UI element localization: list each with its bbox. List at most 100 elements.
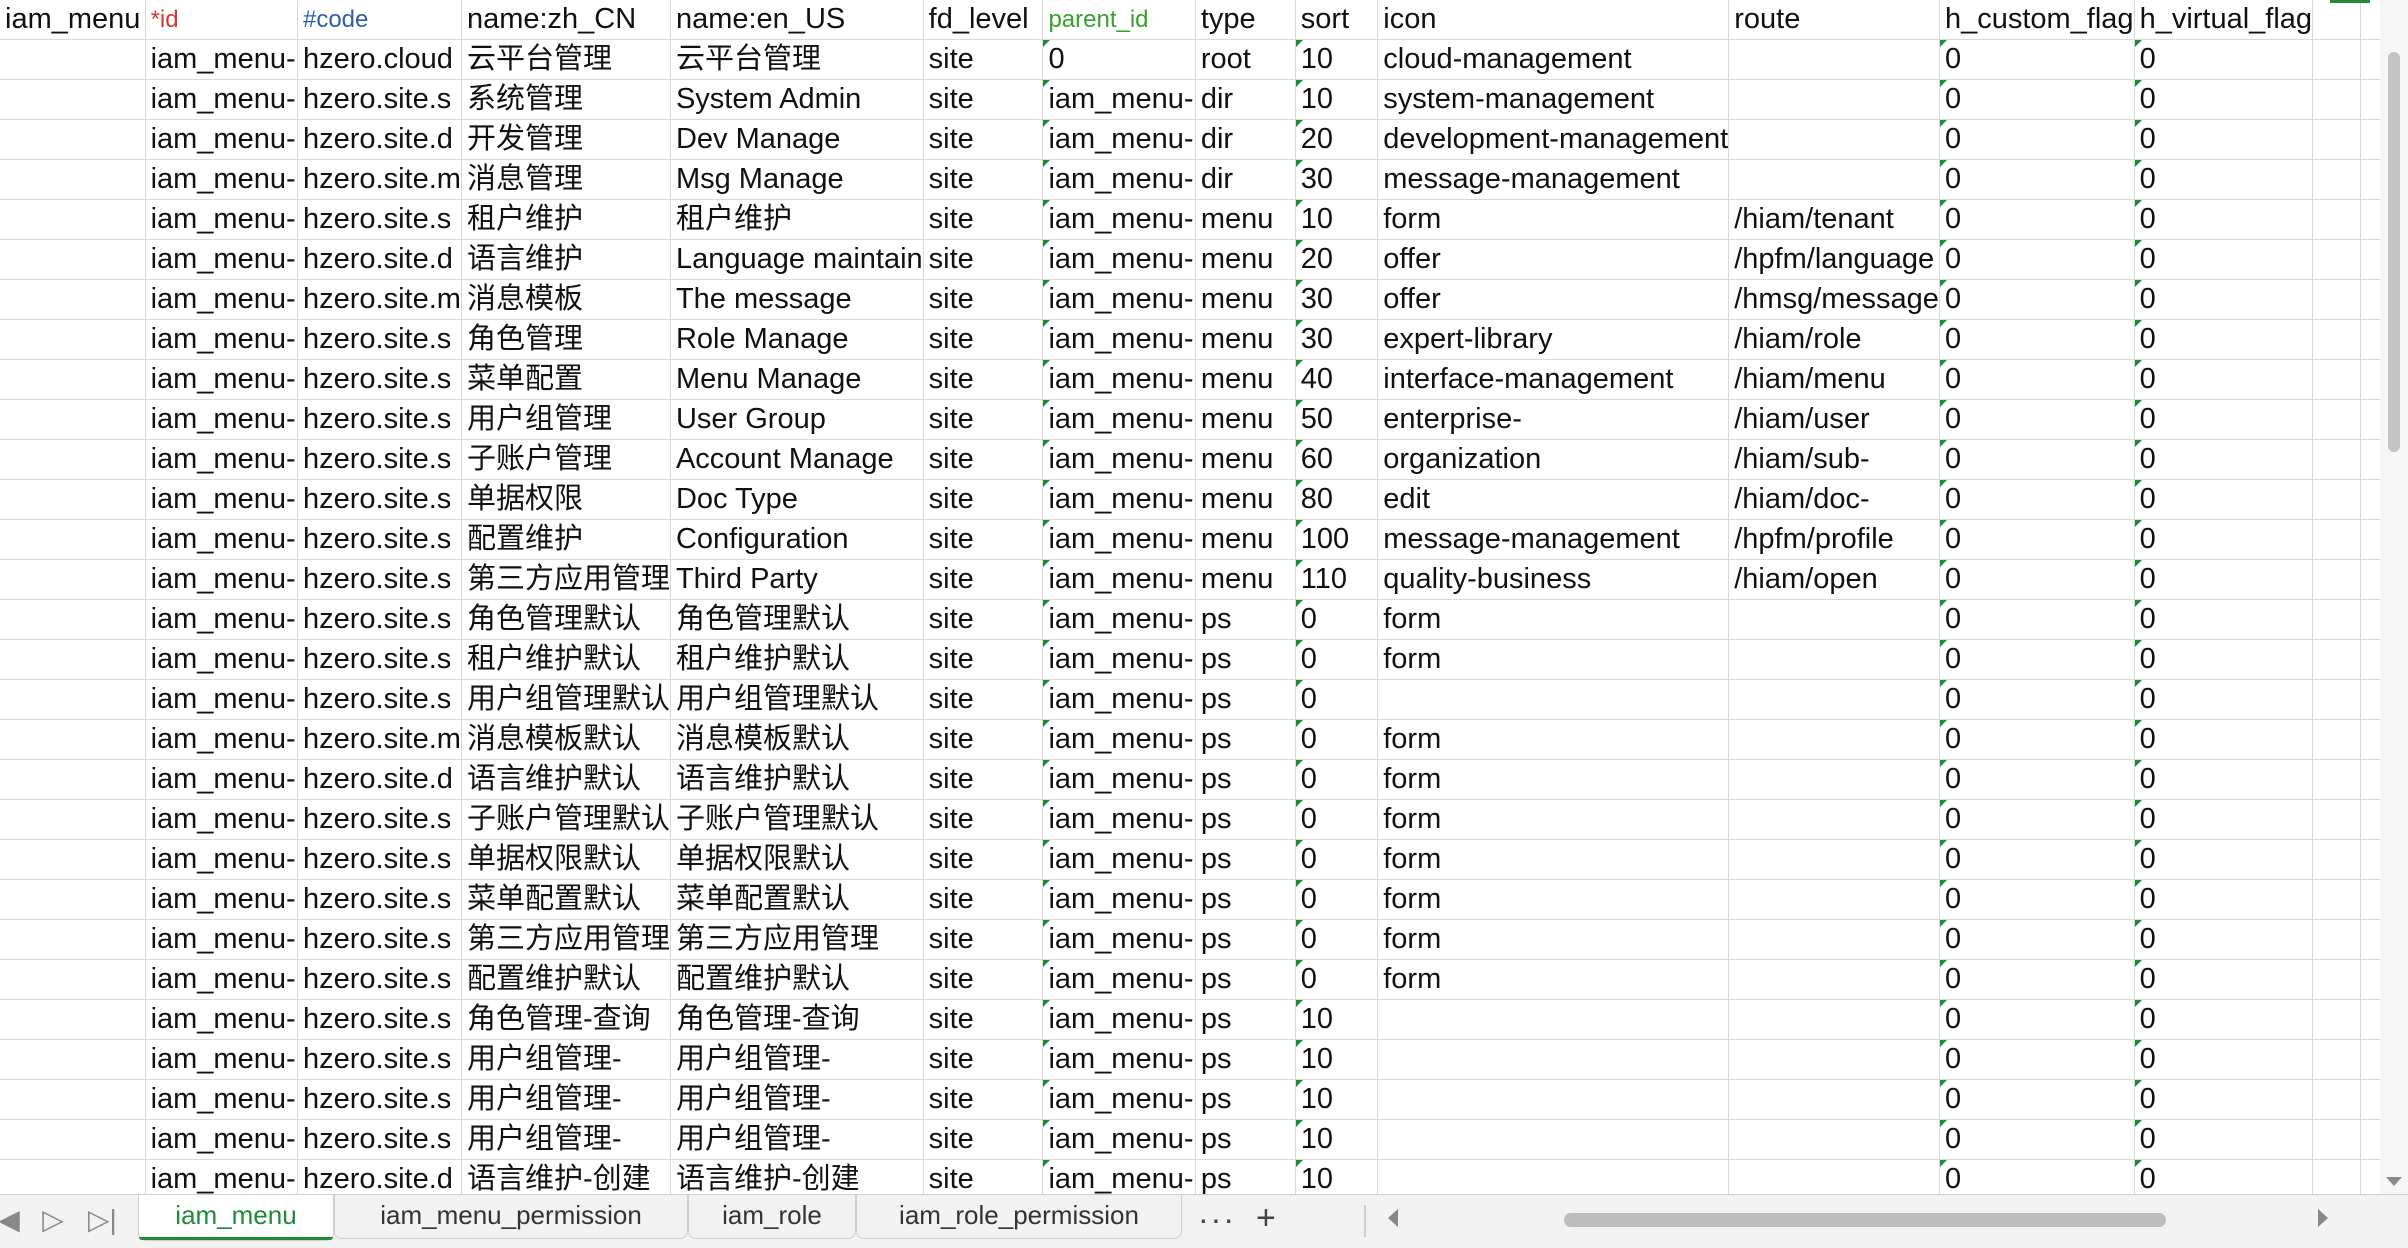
cell-empty-a[interactable] bbox=[2312, 759, 2361, 800]
cell-name-en[interactable]: Msg Manage bbox=[670, 159, 924, 200]
cell-name-zh[interactable]: 用户组管理- bbox=[461, 1119, 671, 1160]
cell-type[interactable]: root bbox=[1195, 39, 1296, 80]
cell-custom-flag[interactable]: 0 bbox=[1939, 1159, 2135, 1194]
cell-virtual-flag[interactable]: 0 bbox=[2134, 199, 2314, 240]
cell-empty-a[interactable] bbox=[2312, 559, 2361, 600]
cell-empty-a[interactable] bbox=[2312, 319, 2361, 360]
cell-id[interactable]: iam_menu- bbox=[145, 1079, 298, 1120]
cell-custom-flag[interactable]: 0 bbox=[1939, 439, 2135, 480]
cell-fd-level[interactable]: site bbox=[923, 599, 1044, 640]
cell-fd-level[interactable]: site bbox=[923, 639, 1044, 680]
cell-id[interactable]: iam_menu- bbox=[145, 719, 298, 760]
cell-name-zh[interactable]: 配置维护默认 bbox=[461, 959, 671, 1000]
cell-name-zh[interactable]: 语言维护默认 bbox=[461, 759, 671, 800]
cell-custom-flag[interactable]: 0 bbox=[1939, 239, 2135, 280]
cell-route[interactable] bbox=[1728, 159, 1940, 200]
cell-empty-a[interactable] bbox=[2312, 119, 2361, 160]
cell-name-en[interactable]: The message bbox=[670, 279, 924, 320]
cell-virtual-flag[interactable]: 0 bbox=[2134, 599, 2314, 640]
cell-fd-level[interactable]: site bbox=[923, 679, 1044, 720]
cell-parent-id[interactable]: iam_menu- bbox=[1042, 1079, 1196, 1120]
cell-sheet-name[interactable] bbox=[0, 959, 146, 1000]
cell-type[interactable]: menu bbox=[1195, 479, 1296, 520]
cell-route[interactable] bbox=[1728, 879, 1940, 920]
cell-name-zh[interactable]: 消息模板 bbox=[461, 279, 671, 320]
cell-icon[interactable] bbox=[1377, 999, 1730, 1040]
header-sort[interactable]: sort bbox=[1295, 0, 1379, 40]
cell-name-en[interactable]: 云平台管理 bbox=[670, 39, 924, 80]
cell-code[interactable]: hzero.site.s bbox=[297, 839, 462, 880]
cell-custom-flag[interactable]: 0 bbox=[1939, 79, 2135, 120]
cell-empty-a[interactable] bbox=[2312, 599, 2361, 640]
cell-sheet-name[interactable] bbox=[0, 679, 146, 720]
cell-sheet-name[interactable] bbox=[0, 439, 146, 480]
cell-id[interactable]: iam_menu- bbox=[145, 519, 298, 560]
cell-code[interactable]: hzero.site.s bbox=[297, 879, 462, 920]
cell-name-zh[interactable]: 消息模板默认 bbox=[461, 719, 671, 760]
cell-icon[interactable]: expert-library bbox=[1377, 319, 1730, 360]
cell-icon[interactable]: form bbox=[1377, 719, 1730, 760]
cell-route[interactable]: /hpfm/profile bbox=[1728, 519, 1940, 560]
cell-parent-id[interactable]: iam_menu- bbox=[1042, 359, 1196, 400]
cell-sheet-name[interactable] bbox=[0, 1079, 146, 1120]
cell-sort[interactable]: 110 bbox=[1295, 559, 1379, 600]
cell-virtual-flag[interactable]: 0 bbox=[2134, 879, 2314, 920]
header-code[interactable]: #code bbox=[297, 0, 462, 40]
cell-fd-level[interactable]: site bbox=[923, 759, 1044, 800]
cell-fd-level[interactable]: site bbox=[923, 1079, 1044, 1120]
cell-virtual-flag[interactable]: 0 bbox=[2134, 559, 2314, 600]
cell-virtual-flag[interactable]: 0 bbox=[2134, 159, 2314, 200]
cell-name-zh[interactable]: 用户组管理默认 bbox=[461, 679, 671, 720]
cell-sort[interactable]: 10 bbox=[1295, 999, 1379, 1040]
cell-code[interactable]: hzero.site.m bbox=[297, 279, 462, 320]
cell-code[interactable]: hzero.site.d bbox=[297, 119, 462, 160]
cell-code[interactable]: hzero.site.s bbox=[297, 799, 462, 840]
cell-fd-level[interactable]: site bbox=[923, 39, 1044, 80]
cell-fd-level[interactable]: site bbox=[923, 319, 1044, 360]
cell-route[interactable]: /hmsg/message bbox=[1728, 279, 1940, 320]
cell-name-zh[interactable]: 租户维护默认 bbox=[461, 639, 671, 680]
horizontal-scrollbar[interactable] bbox=[1410, 1207, 2310, 1231]
cell-fd-level[interactable]: site bbox=[923, 199, 1044, 240]
cell-route[interactable] bbox=[1728, 119, 1940, 160]
cell-empty-a[interactable] bbox=[2312, 1159, 2361, 1194]
cell-type[interactable]: ps bbox=[1195, 919, 1296, 960]
cell-name-zh[interactable]: 开发管理 bbox=[461, 119, 671, 160]
cell-type[interactable]: ps bbox=[1195, 1119, 1296, 1160]
cell-id[interactable]: iam_menu- bbox=[145, 479, 298, 520]
cell-custom-flag[interactable]: 0 bbox=[1939, 919, 2135, 960]
cell-parent-id[interactable]: iam_menu- bbox=[1042, 759, 1196, 800]
cell-name-en[interactable]: Language maintain bbox=[670, 239, 924, 280]
cell-virtual-flag[interactable]: 0 bbox=[2134, 39, 2314, 80]
cell-parent-id[interactable]: iam_menu- bbox=[1042, 959, 1196, 1000]
cell-type[interactable]: dir bbox=[1195, 119, 1296, 160]
cell-name-zh[interactable]: 语言维护-创建 bbox=[461, 1159, 671, 1194]
cell-id[interactable]: iam_menu- bbox=[145, 239, 298, 280]
cell-id[interactable]: iam_menu- bbox=[145, 79, 298, 120]
cell-parent-id[interactable]: 0 bbox=[1042, 39, 1196, 80]
cell-icon[interactable] bbox=[1377, 1079, 1730, 1120]
cell-name-zh[interactable]: 用户组管理- bbox=[461, 1039, 671, 1080]
cell-icon[interactable]: organization bbox=[1377, 439, 1730, 480]
cell-route[interactable] bbox=[1728, 719, 1940, 760]
cell-sheet-name[interactable] bbox=[0, 279, 146, 320]
cell-code[interactable]: hzero.site.s bbox=[297, 559, 462, 600]
header-virtual-flag[interactable]: h_virtual_flag bbox=[2134, 0, 2314, 40]
cell-name-en[interactable]: 租户维护 bbox=[670, 199, 924, 240]
cell-fd-level[interactable]: site bbox=[923, 999, 1044, 1040]
cell-fd-level[interactable]: site bbox=[923, 119, 1044, 160]
cell-name-en[interactable]: 消息模板默认 bbox=[670, 719, 924, 760]
cell-virtual-flag[interactable]: 0 bbox=[2134, 1159, 2314, 1194]
cell-sort[interactable]: 60 bbox=[1295, 439, 1379, 480]
cell-fd-level[interactable]: site bbox=[923, 519, 1044, 560]
cell-code[interactable]: hzero.site.s bbox=[297, 359, 462, 400]
header-custom-flag[interactable]: h_custom_flag bbox=[1939, 0, 2135, 40]
cell-code[interactable]: hzero.site.s bbox=[297, 1079, 462, 1120]
cell-sort[interactable]: 10 bbox=[1295, 79, 1379, 120]
cell-sheet-name[interactable] bbox=[0, 759, 146, 800]
cell-icon[interactable]: message-management bbox=[1377, 159, 1730, 200]
cell-route[interactable]: /hiam/sub- bbox=[1728, 439, 1940, 480]
cell-custom-flag[interactable]: 0 bbox=[1939, 599, 2135, 640]
cell-sheet-name[interactable] bbox=[0, 399, 146, 440]
cell-parent-id[interactable]: iam_menu- bbox=[1042, 879, 1196, 920]
